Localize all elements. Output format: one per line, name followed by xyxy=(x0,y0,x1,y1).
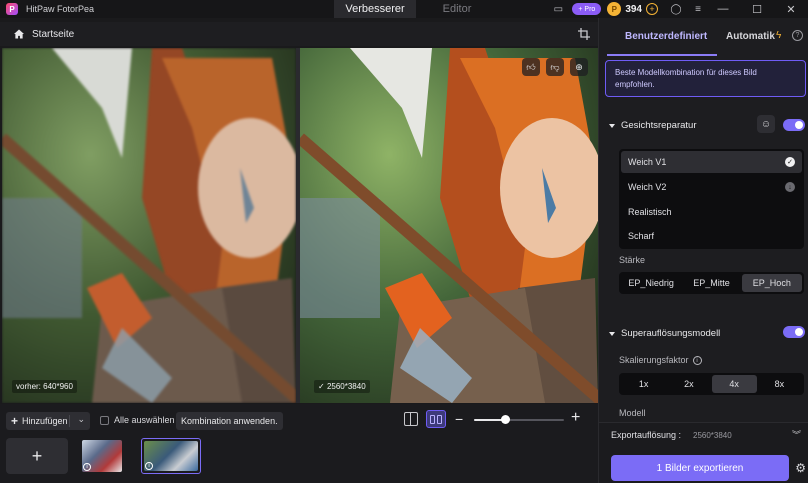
recommendation-banner: Beste Modellkombination für dieses Bild … xyxy=(605,60,806,97)
after-resolution-label: ✓ 2560*3840 xyxy=(314,380,370,393)
double-chevron-down-icon[interactable]: ︾ xyxy=(792,428,801,441)
tab-benutzerdefiniert[interactable]: Benutzerdefiniert xyxy=(625,31,707,42)
info-icon[interactable]: i xyxy=(145,462,153,470)
info-icon[interactable]: i xyxy=(83,463,91,471)
zoom-slider-handle[interactable] xyxy=(501,415,510,424)
tab-editor[interactable]: Editor xyxy=(416,0,498,18)
single-view-icon[interactable] xyxy=(404,412,418,426)
thumbnail-1[interactable]: i xyxy=(80,438,124,474)
before-resolution-label: vorher: 640*960 xyxy=(12,380,77,393)
breadcrumb-home-label[interactable]: Startseite xyxy=(32,29,74,40)
scale-factor-selector: 1x 2x 4x 8x xyxy=(619,373,804,395)
after-photo xyxy=(300,48,598,403)
thumbnail-2-selected[interactable]: i xyxy=(141,438,201,474)
user-icon[interactable]: ◯ xyxy=(668,1,684,17)
thumbs-down-icon[interactable]: 👎︎ xyxy=(546,58,564,76)
panel-tabs: Benutzerdefiniert Automatik ϟ ? xyxy=(599,18,808,56)
coin-icon: P xyxy=(607,2,622,16)
titlebar-actions: ▭ + Pro P 394 + ◯ ≡ — ☐ ✕ xyxy=(550,0,808,18)
strength-option-hoch[interactable]: EP_Hoch xyxy=(741,274,802,292)
bolt-icon: ϟ xyxy=(776,30,782,41)
menu-icon[interactable]: ≡ xyxy=(690,1,706,17)
mode-tabs: Verbesserer Editor xyxy=(334,0,498,18)
strength-selector: EP_Niedrig EP_Mitte EP_Hoch xyxy=(619,272,804,294)
select-all-checkbox[interactable] xyxy=(100,415,109,425)
add-credits-icon[interactable]: + xyxy=(646,3,658,15)
check-icon: ✓ xyxy=(318,382,325,391)
apply-combination-button[interactable]: Kombination anwenden. xyxy=(176,412,283,430)
info-icon[interactable]: i xyxy=(692,356,702,366)
scale-option-4x[interactable]: 4x xyxy=(711,375,757,393)
pro-badge[interactable]: + Pro xyxy=(572,3,602,15)
superres-toggle[interactable] xyxy=(783,326,805,338)
tab-verbesserer[interactable]: Verbesserer xyxy=(334,0,416,18)
export-resolution-label: Exportauflösung : xyxy=(611,430,682,440)
superres-header[interactable]: Superauflösungsmodell xyxy=(609,328,720,339)
before-photo xyxy=(2,48,296,403)
collapse-icon xyxy=(609,123,615,128)
add-image-tile[interactable]: + xyxy=(6,438,68,474)
add-button[interactable]: + Hinzufügen ⌄ xyxy=(6,412,90,430)
check-circle-icon: ✓ xyxy=(785,157,795,167)
preview-tools: 👍︎ 👎︎ ⊕ xyxy=(522,58,588,76)
credits-count: 394 xyxy=(625,3,642,15)
settings-panel: Benutzerdefiniert Automatik ϟ ? Beste Mo… xyxy=(598,18,808,483)
scale-option-2x[interactable]: 2x xyxy=(666,375,711,393)
app-logo-icon: P xyxy=(6,3,18,15)
face-repair-header[interactable]: Gesichtsreparatur xyxy=(609,120,697,131)
gear-icon[interactable]: ⚙ xyxy=(795,461,806,475)
strength-label: Stärke xyxy=(619,255,646,265)
scale-option-8x[interactable]: 8x xyxy=(757,375,802,393)
split-view-icon[interactable] xyxy=(426,410,446,428)
export-resolution-value: 2560*3840 xyxy=(693,431,732,440)
zoom-out-icon[interactable]: − xyxy=(455,411,463,427)
face-icon[interactable]: ☺ xyxy=(757,115,775,133)
select-all[interactable]: Alle auswählen xyxy=(100,415,175,425)
zoom-in-button[interactable]: + xyxy=(571,409,580,427)
minimize-button[interactable]: — xyxy=(706,0,740,18)
home-icon[interactable] xyxy=(14,29,24,39)
title-bar: P HitPaw FotorPea Verbesserer Editor ▭ +… xyxy=(0,0,808,18)
strength-option-mitte[interactable]: EP_Mitte xyxy=(681,274,741,292)
notes-icon[interactable]: ▭ xyxy=(550,1,566,17)
export-button[interactable]: 1 Bilder exportieren xyxy=(611,455,789,481)
tab-automatik[interactable]: Automatik xyxy=(726,31,775,42)
zoom-in-icon[interactable]: ⊕ xyxy=(570,58,588,76)
crop-icon[interactable] xyxy=(578,28,590,40)
before-preview[interactable]: vorher: 640*960 xyxy=(2,48,296,403)
export-area: Exportauflösung : 2560*3840 ︾ 1 Bilder e… xyxy=(599,422,808,483)
maximize-button[interactable]: ☐ xyxy=(740,0,774,18)
chevron-down-icon[interactable]: ⌄ xyxy=(77,414,85,425)
model-label: Modell xyxy=(619,408,646,418)
scale-factor-label: Skalierungsfaktor i xyxy=(619,355,702,366)
close-button[interactable]: ✕ xyxy=(774,0,808,18)
collapse-icon xyxy=(609,331,615,336)
download-icon[interactable]: ↓ xyxy=(785,182,795,192)
help-icon[interactable]: ? xyxy=(792,30,803,41)
breadcrumb: Startseite xyxy=(0,22,598,46)
strength-option-niedrig[interactable]: EP_Niedrig xyxy=(621,274,681,292)
scale-option-1x[interactable]: 1x xyxy=(621,375,666,393)
model-option-weich-v2[interactable]: Weich V2 ↓ xyxy=(621,176,802,198)
app-title: HitPaw FotorPea xyxy=(26,4,95,14)
after-preview[interactable]: 👍︎ 👎︎ ⊕ ✓ 2560*3840 xyxy=(300,48,598,403)
plus-icon: + xyxy=(11,414,19,428)
model-option-scharf[interactable]: Scharf xyxy=(621,225,802,247)
face-model-list: Weich V1 ✓ Weich V2 ↓ Realistisch Scharf xyxy=(619,149,804,249)
bottom-toolbar: + Hinzufügen ⌄ Alle auswählen Kombinatio… xyxy=(0,404,598,483)
model-option-weich-v1[interactable]: Weich V1 ✓ xyxy=(621,151,802,173)
model-option-realistisch[interactable]: Realistisch xyxy=(621,201,802,223)
face-repair-toggle[interactable] xyxy=(783,119,805,131)
thumbs-up-icon[interactable]: 👍︎ xyxy=(522,58,540,76)
